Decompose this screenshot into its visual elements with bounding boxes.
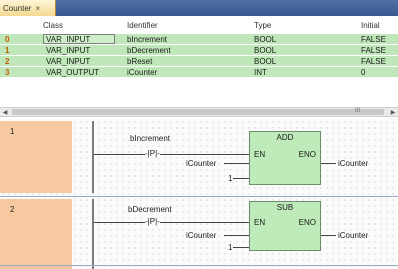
output-variable[interactable]: iCounter — [338, 231, 368, 240]
en-pin: EN — [254, 218, 266, 227]
wire — [94, 154, 270, 155]
rising-edge-contact[interactable]: -|P|- — [145, 217, 160, 226]
input-constant[interactable]: 1 — [228, 174, 232, 183]
tab-counter[interactable]: Counter × — [0, 0, 56, 16]
input-variable[interactable]: iCounter — [186, 159, 216, 168]
header-initial[interactable]: Initial — [361, 19, 398, 31]
initial-cell[interactable]: 0 — [361, 67, 398, 77]
class-cell[interactable]: VAR_INPUT — [43, 56, 115, 66]
block-name: ADD — [276, 133, 294, 142]
rising-edge-contact[interactable]: -|P|- — [145, 149, 160, 158]
contact-label[interactable]: bIncrement — [130, 134, 170, 143]
network-number-cell[interactable]: 2 — [0, 199, 72, 269]
wire — [94, 222, 270, 223]
table-row[interactable]: 0 VAR_INPUT bIncrement BOOL FALSE — [0, 34, 398, 44]
scroll-grip: III — [355, 108, 361, 114]
horizontal-scrollbar[interactable]: ◀ III ▶ — [0, 107, 398, 117]
header-type[interactable]: Type — [254, 19, 334, 31]
tab-strip: Counter × — [0, 0, 398, 16]
network-number: 1 — [10, 127, 15, 136]
sub-block[interactable]: SUB EN ENO — [249, 201, 321, 251]
wire — [233, 247, 249, 248]
add-block[interactable]: ADD EN ENO — [249, 131, 321, 185]
type-cell[interactable]: BOOL — [254, 45, 334, 55]
class-cell[interactable]: VAR_INPUT — [43, 45, 115, 55]
table-row[interactable]: 1 VAR_INPUT bDecrement BOOL FALSE — [0, 45, 398, 55]
close-icon[interactable]: × — [35, 4, 40, 13]
wire — [224, 163, 249, 164]
header-class[interactable]: Class — [43, 19, 115, 31]
eno-pin: ENO — [298, 150, 316, 159]
initial-cell[interactable]: FALSE — [361, 45, 398, 55]
network-number: 2 — [10, 205, 15, 214]
pou-editor: Counter × Class Identifier Type Initial … — [0, 0, 398, 269]
power-rail — [92, 199, 94, 269]
block-name: SUB — [276, 203, 294, 212]
power-rail — [92, 121, 94, 193]
identifier-cell[interactable]: iCounter — [127, 67, 245, 77]
type-cell[interactable]: INT — [254, 67, 334, 77]
identifier-cell[interactable]: bReset — [127, 56, 245, 66]
contact-label[interactable]: bDecrement — [128, 205, 172, 214]
eno-pin: ENO — [298, 218, 316, 227]
row-number: 3 — [5, 67, 10, 77]
network-divider — [0, 196, 398, 197]
table-header: Class Identifier Type Initial — [0, 19, 398, 31]
scroll-left-icon[interactable]: ◀ — [0, 108, 10, 116]
row-number: 2 — [5, 56, 10, 66]
wire — [321, 235, 336, 236]
initial-cell[interactable]: FALSE — [361, 56, 398, 66]
table-row[interactable]: 3 VAR_OUTPUT iCounter INT 0 — [0, 67, 398, 77]
wire — [233, 178, 249, 179]
table-row[interactable]: 2 VAR_INPUT bReset BOOL FALSE — [0, 56, 398, 66]
type-cell[interactable]: BOOL — [254, 34, 334, 44]
network-number-cell[interactable]: 1 — [0, 121, 72, 193]
tab-label: Counter — [3, 3, 32, 13]
network-editor[interactable]: 1 bIncrement -|P|- ADD EN ENO iCounter 1… — [0, 119, 398, 269]
output-variable[interactable]: iCounter — [338, 159, 368, 168]
class-cell[interactable]: VAR_INPUT — [43, 34, 115, 44]
scroll-thumb[interactable]: III — [12, 108, 384, 115]
row-number: 0 — [5, 34, 10, 44]
identifier-cell[interactable]: bIncrement — [127, 34, 245, 44]
wire — [224, 235, 249, 236]
network-divider — [0, 265, 398, 266]
initial-cell[interactable]: FALSE — [361, 34, 398, 44]
header-identifier[interactable]: Identifier — [127, 19, 245, 31]
input-constant[interactable]: 1 — [228, 243, 232, 252]
scroll-right-icon[interactable]: ▶ — [388, 108, 398, 116]
input-variable[interactable]: iCounter — [186, 231, 216, 240]
class-cell[interactable]: VAR_OUTPUT — [43, 67, 115, 77]
type-cell[interactable]: BOOL — [254, 56, 334, 66]
identifier-cell[interactable]: bDecrement — [127, 45, 245, 55]
row-number: 1 — [5, 45, 10, 55]
en-pin: EN — [254, 150, 266, 159]
wire — [321, 163, 336, 164]
